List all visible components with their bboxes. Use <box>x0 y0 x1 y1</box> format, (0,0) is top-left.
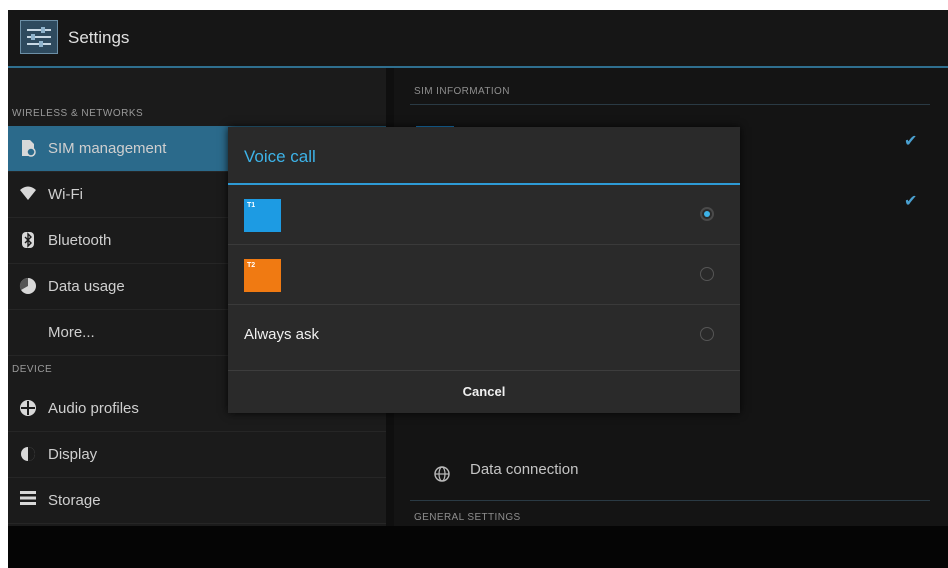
menu-label: Wi-Fi <box>48 186 83 203</box>
system-bar <box>8 526 948 568</box>
radio-sim2[interactable] <box>700 267 714 281</box>
audio-profiles-icon <box>18 399 38 419</box>
app-title: Settings <box>68 28 130 47</box>
checkbox-sim2[interactable]: ✔ <box>904 194 920 210</box>
cancel-button[interactable]: Cancel <box>228 371 740 413</box>
bluetooth-icon <box>18 231 38 251</box>
section-header-wireless: WIRELESS & NETWORKS <box>12 108 144 119</box>
storage-icon <box>18 491 38 511</box>
divider <box>410 500 930 501</box>
menu-label: Storage <box>48 492 101 509</box>
radio-always-ask[interactable] <box>700 327 714 341</box>
option-sim1[interactable]: T1 <box>228 185 740 245</box>
action-bar: Settings <box>8 10 948 66</box>
menu-label: More... <box>48 324 95 341</box>
menu-label: Audio profiles <box>48 400 139 417</box>
always-ask-label: Always ask <box>244 326 320 343</box>
screen: Settings WIRELESS & NETWORKS SIM managem… <box>8 10 948 568</box>
globe-icon <box>434 466 450 486</box>
sim-chip-t2: T2 <box>244 259 281 292</box>
menu-label: Bluetooth <box>48 232 112 249</box>
menu-item-display[interactable]: Display <box>8 432 386 478</box>
divider <box>410 104 930 105</box>
section-header-sim-information: SIM INFORMATION <box>414 86 510 97</box>
data-connection-label[interactable]: Data connection <box>470 461 578 478</box>
section-header-device: DEVICE <box>12 364 53 375</box>
menu-label: Data usage <box>48 278 125 295</box>
option-always-ask[interactable]: Always ask <box>228 305 740 365</box>
sim-icon <box>18 139 38 159</box>
display-icon <box>18 445 38 465</box>
section-header-general-settings: GENERAL SETTINGS <box>414 512 521 523</box>
menu-label: Display <box>48 446 98 463</box>
sim-chip-t1: T1 <box>244 199 281 232</box>
data-usage-icon <box>18 277 38 297</box>
settings-icon[interactable] <box>20 20 58 54</box>
voice-call-dialog: Voice call T1 T2 Always ask Cancel <box>228 127 740 413</box>
checkbox-sim1[interactable]: ✔ <box>904 134 920 150</box>
wifi-icon <box>18 185 38 205</box>
option-sim2[interactable]: T2 <box>228 245 740 305</box>
radio-sim1[interactable] <box>700 207 714 221</box>
dialog-button-bar: Cancel <box>228 370 740 413</box>
menu-item-storage[interactable]: Storage <box>8 478 386 524</box>
menu-label: SIM management <box>48 140 167 157</box>
dialog-title: Voice call <box>244 147 316 166</box>
